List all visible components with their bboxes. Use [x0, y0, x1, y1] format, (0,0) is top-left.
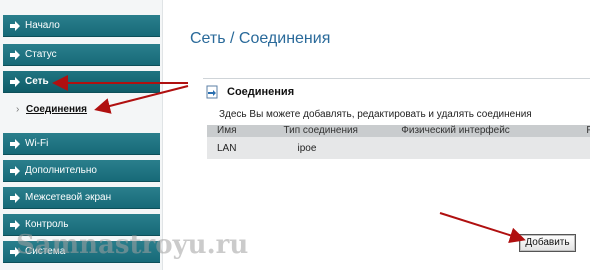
arrow-to-connections-icon [94, 85, 189, 114]
annotation-arrows [52, 75, 526, 243]
arrow-to-add-button-icon [439, 212, 526, 243]
